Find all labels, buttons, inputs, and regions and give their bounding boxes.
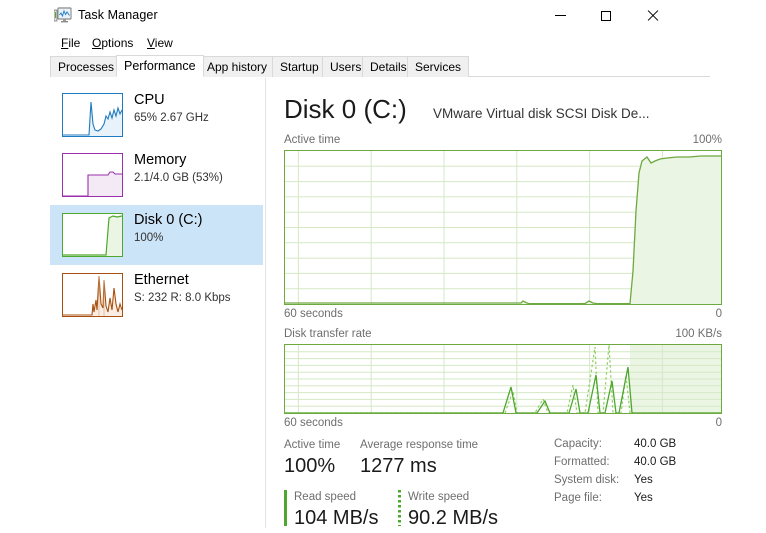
menu-bar: File Options View (50, 32, 766, 53)
tab-app-history[interactable]: App history (199, 56, 276, 77)
stat-label-active-time: Active time (284, 439, 341, 451)
sidebar-label-disk: Disk 0 (C:) (134, 212, 203, 228)
stat-label-response-time: Average response time (360, 439, 479, 451)
disk-thumbnail-graph (62, 213, 123, 257)
tab-services[interactable]: Services (407, 56, 470, 77)
read-speed-color-bar (284, 490, 287, 526)
minimize-icon (554, 15, 566, 16)
transfer-rate-x-right: 0 (715, 417, 722, 429)
sidebar-item-disk[interactable]: Disk 0 (C:) 100% (50, 205, 263, 265)
sidebar-item-memory[interactable]: Memory 2.1/4.0 GB (53%) (50, 145, 263, 205)
write-speed-color-bar (398, 490, 401, 526)
title-bar: Task Manager (50, 0, 766, 32)
menu-options-rest: ptions (101, 36, 134, 50)
menu-file-rest: ile (68, 36, 81, 50)
menu-item-options[interactable]: Options (88, 35, 137, 51)
stat-value-active-time: 100% (284, 455, 336, 477)
stat-value-read-speed: 104 MB/s (294, 507, 379, 529)
sidebar-item-ethernet[interactable]: Ethernet S: 232 R: 8.0 Kbps (50, 265, 263, 325)
task-manager-icon (53, 7, 72, 24)
info-label-capacity: Capacity: (554, 438, 602, 450)
sidebar-sub-cpu: 65% 2.67 GHz (134, 112, 209, 124)
sidebar-label-ethernet: Ethernet (134, 272, 189, 288)
close-icon (647, 10, 658, 21)
close-button[interactable] (629, 0, 675, 31)
maximize-icon (601, 10, 611, 21)
info-value-system-disk: Yes (634, 474, 653, 486)
stat-label-write-speed: Write speed (408, 491, 470, 503)
sidebar-label-cpu: CPU (134, 92, 165, 108)
tab-performance[interactable]: Performance (116, 55, 204, 77)
stat-value-response-time: 1277 ms (360, 455, 437, 477)
stat-label-read-speed: Read speed (294, 491, 357, 503)
tab-label: Processes (58, 60, 115, 74)
window-title: Task Manager (78, 8, 158, 22)
transfer-rate-chart-max: 100 KB/s (675, 328, 722, 340)
page-subtitle: VMware Virtual disk SCSI Disk De... (433, 106, 650, 121)
menu-view-rest: iew (154, 36, 173, 50)
sidebar-sub-ethernet: S: 232 R: 8.0 Kbps (134, 292, 231, 304)
transfer-rate-x-left: 60 seconds (284, 417, 343, 429)
tab-label: Users (330, 60, 362, 74)
cpu-thumbnail-graph (62, 93, 123, 137)
tab-strip: Processes Performance App history Startu… (50, 55, 766, 77)
page-title: Disk 0 (C:) (284, 94, 407, 124)
active-time-chart-label: Active time (284, 134, 341, 146)
sidebar-sub-disk: 100% (134, 232, 164, 244)
active-time-x-right: 0 (715, 308, 722, 320)
active-time-chart (284, 150, 722, 305)
active-time-x-left: 60 seconds (284, 308, 343, 320)
sidebar-item-cpu[interactable]: CPU 65% 2.67 GHz (50, 85, 263, 145)
memory-thumbnail-graph (62, 153, 123, 197)
active-time-chart-max: 100% (692, 134, 722, 146)
tab-label: Performance (124, 59, 196, 73)
tab-label: Details (370, 60, 407, 74)
sidebar-sub-memory: 2.1/4.0 GB (53%) (134, 172, 223, 184)
sidebar-label-memory: Memory (134, 152, 187, 168)
task-manager-window: Task Manager File Options View Processes… (0, 0, 766, 533)
content-area: CPU 65% 2.67 GHz Memory 2.1/4.0 GB (53%) (50, 77, 766, 533)
tab-startup[interactable]: Startup (272, 56, 327, 77)
info-label-page-file: Page file: (554, 492, 602, 504)
tab-label: Startup (280, 60, 319, 74)
ethernet-thumbnail-graph (62, 273, 123, 317)
transfer-rate-chart (284, 344, 722, 414)
resource-sidebar: CPU 65% 2.67 GHz Memory 2.1/4.0 GB (53%) (50, 77, 265, 533)
tab-processes[interactable]: Processes (50, 56, 123, 77)
info-value-page-file: Yes (634, 492, 653, 504)
menu-item-file[interactable]: File (57, 35, 84, 51)
menu-item-view[interactable]: View (143, 35, 177, 51)
stat-value-write-speed: 90.2 MB/s (408, 507, 499, 529)
info-label-formatted: Formatted: (554, 456, 610, 468)
disk-detail-panel: Disk 0 (C:) VMware Virtual disk SCSI Dis… (276, 77, 766, 533)
info-label-system-disk: System disk: (554, 474, 620, 486)
tab-label: App history (207, 60, 268, 74)
info-value-capacity: 40.0 GB (634, 438, 677, 450)
minimize-button[interactable] (537, 0, 583, 31)
transfer-rate-chart-label: Disk transfer rate (284, 328, 372, 340)
maximize-button[interactable] (583, 0, 629, 31)
tab-label: Services (415, 60, 462, 74)
panel-divider (265, 78, 266, 528)
info-value-formatted: 40.0 GB (634, 456, 677, 468)
